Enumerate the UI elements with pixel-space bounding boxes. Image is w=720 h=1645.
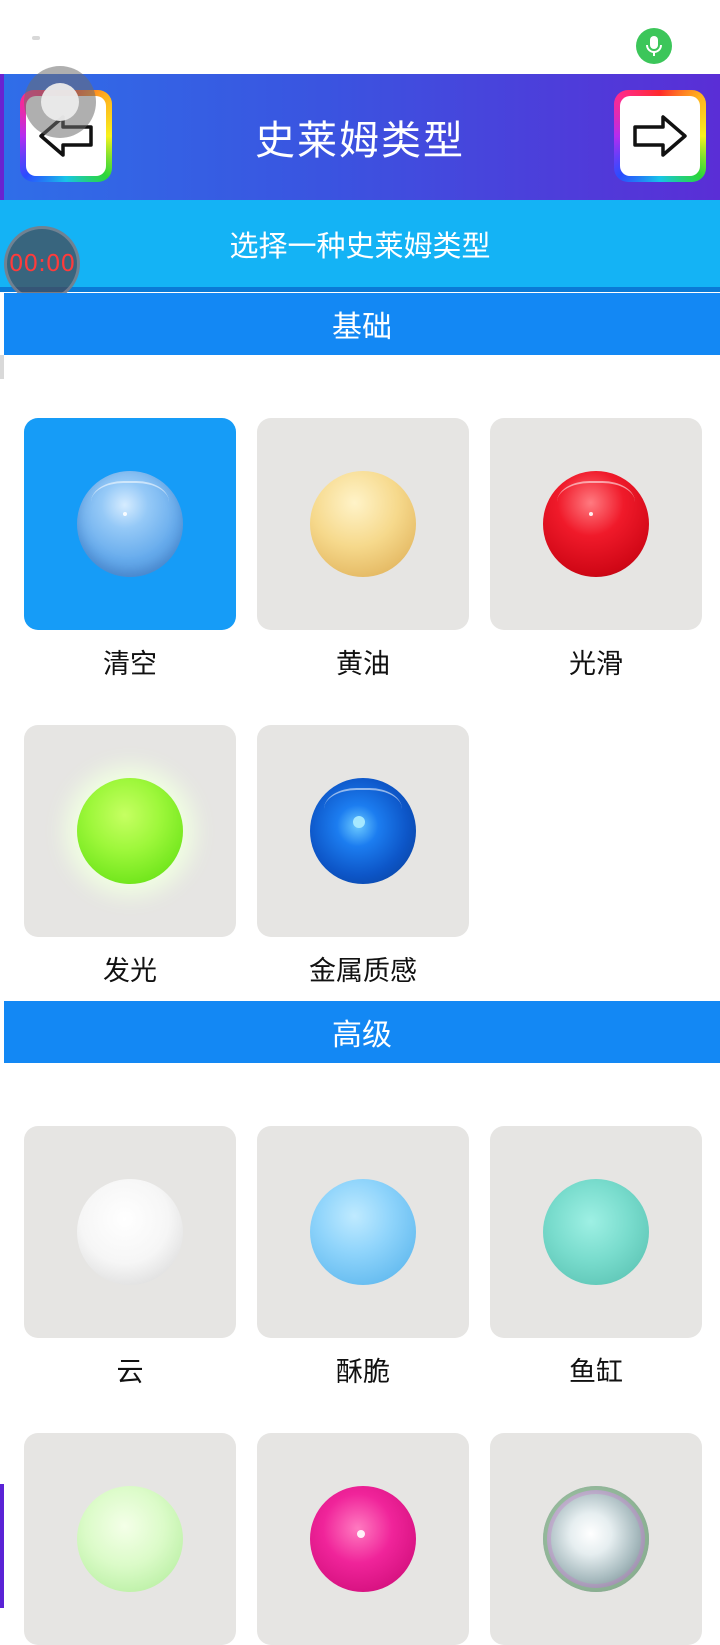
tile-label: 黄油 <box>336 649 390 680</box>
tile-label: 清空 <box>103 649 157 680</box>
edge-line <box>0 355 4 379</box>
slime-type-glitter[interactable] <box>257 1433 469 1645</box>
slime-type-fishbowl[interactable] <box>490 1126 702 1338</box>
section-header-advanced: 高级 <box>4 1001 720 1063</box>
tile-label: 金属质感 <box>309 956 417 987</box>
mint-slime-icon <box>77 1486 183 1592</box>
status-indicator <box>32 36 40 40</box>
forward-button[interactable] <box>614 90 706 182</box>
tile-label: 光滑 <box>569 649 623 680</box>
recording-timer[interactable]: 00:00 <box>4 226 80 302</box>
slime-type-metallic[interactable] <box>257 725 469 937</box>
app-header: 史莱姆类型 <box>0 74 720 200</box>
cloud-slime-icon <box>77 1179 183 1285</box>
floating-assistant-button[interactable] <box>24 66 96 138</box>
tile-label: 发光 <box>103 956 157 987</box>
glitter-slime-icon <box>310 1486 416 1592</box>
edge-accent <box>0 1484 4 1608</box>
subtitle-bar: 选择一种史莱姆类型 <box>0 200 720 292</box>
header-accent <box>0 74 4 200</box>
glossy-slime-icon <box>543 471 649 577</box>
slime-type-clear[interactable] <box>24 418 236 630</box>
page-title: 史莱姆类型 <box>255 118 465 164</box>
slime-type-glossy[interactable] <box>490 418 702 630</box>
slime-type-mint[interactable] <box>24 1433 236 1645</box>
section-header-basic: 基础 <box>4 293 720 355</box>
metallic-slime-icon <box>310 778 416 884</box>
clear-slime-icon <box>77 471 183 577</box>
slime-type-butter[interactable] <box>257 418 469 630</box>
floating-knob <box>41 83 79 121</box>
fishbowl-slime-icon <box>543 1179 649 1285</box>
crunchy-slime-icon <box>310 1179 416 1285</box>
slime-type-crunchy[interactable] <box>257 1126 469 1338</box>
glow-slime-icon <box>77 778 183 884</box>
slime-type-bubble[interactable] <box>490 1433 702 1645</box>
butter-slime-icon <box>310 471 416 577</box>
bubble-slime-icon <box>543 1486 649 1592</box>
subtitle-text: 选择一种史莱姆类型 <box>229 228 491 263</box>
arrow-right-icon <box>633 115 687 157</box>
slime-type-glow[interactable] <box>24 725 236 937</box>
tile-label: 鱼缸 <box>569 1357 623 1388</box>
tile-label: 云 <box>116 1357 144 1388</box>
microphone-icon <box>636 28 672 64</box>
tile-label: 酥脆 <box>336 1357 390 1388</box>
status-bar <box>0 0 720 74</box>
slime-type-cloud[interactable] <box>24 1126 236 1338</box>
